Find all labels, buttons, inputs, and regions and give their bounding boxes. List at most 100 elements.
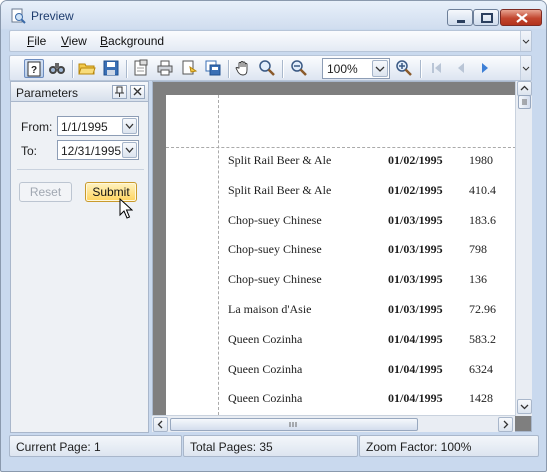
magnifier-button[interactable] xyxy=(258,59,278,78)
from-label: From: xyxy=(21,120,53,134)
customer-name-cell: Queen Cozinha xyxy=(228,361,303,376)
parameters-panel-title: Parameters xyxy=(16,86,79,100)
order-date-cell: 01/03/1995 xyxy=(388,272,443,287)
report-row: Split Rail Beer & Ale 01/02/1995 410.4 xyxy=(166,183,521,213)
amount-cell: 1428 xyxy=(469,391,493,406)
reset-button[interactable]: Reset xyxy=(19,182,72,202)
window-title: Preview xyxy=(31,9,74,23)
from-date-value: 1/1/1995 xyxy=(61,120,108,134)
zoom-select[interactable]: 100% xyxy=(322,58,390,79)
previous-page-button[interactable] xyxy=(452,59,472,78)
next-page-button[interactable] xyxy=(476,59,496,78)
to-date-dropdown[interactable] xyxy=(122,142,137,158)
parameters-divider xyxy=(17,169,144,170)
order-date-cell: 01/03/1995 xyxy=(388,242,443,257)
hand-tool-icon xyxy=(235,61,248,76)
horizontal-scroll-thumb[interactable] xyxy=(170,418,418,431)
minimize-icon xyxy=(457,20,465,23)
to-date-value: 12/31/1995 xyxy=(61,144,122,158)
toolbar-separator xyxy=(228,60,229,78)
zoom-in-button[interactable] xyxy=(395,59,415,78)
preview-app-icon xyxy=(11,8,26,24)
first-page-button[interactable] xyxy=(428,59,448,78)
quick-print-icon xyxy=(182,60,198,75)
toolbar: ? 100% xyxy=(9,55,532,81)
menu-view[interactable]: View xyxy=(61,34,87,48)
close-panel-button[interactable] xyxy=(130,85,145,99)
zoom-out-button[interactable] xyxy=(290,59,310,78)
amount-cell: 583.2 xyxy=(469,331,496,346)
scroll-down-button[interactable] xyxy=(517,399,532,414)
menubar-overflow-button[interactable] xyxy=(520,31,531,51)
toolbar-separator xyxy=(126,60,127,78)
vertical-scrollbar[interactable] xyxy=(515,81,532,416)
horizontal-scrollbar[interactable] xyxy=(152,415,515,432)
scroll-left-button[interactable] xyxy=(153,417,168,432)
zoom-dropdown-button[interactable] xyxy=(372,60,388,77)
pin-icon xyxy=(115,86,124,97)
toolbar-overflow-button[interactable] xyxy=(520,56,531,80)
toolbar-separator xyxy=(282,60,283,78)
customer-name-cell: Chop-suey Chinese xyxy=(228,242,322,257)
from-date-dropdown[interactable] xyxy=(122,118,137,134)
status-current-page: Current Page: 1 xyxy=(9,435,182,457)
to-date-field[interactable]: 12/31/1995 xyxy=(57,140,139,160)
vertical-scroll-thumb[interactable] xyxy=(518,95,531,109)
parameters-panel: Parameters From: 1/1/1995 To: 12/31/1995… xyxy=(10,81,149,433)
open-folder-icon xyxy=(78,63,96,75)
menu-file[interactable]: File xyxy=(27,34,46,48)
preview-window: Preview File View Background ? 100% Para… xyxy=(0,0,547,472)
chevron-up-icon xyxy=(520,85,529,91)
order-date-cell: 01/02/1995 xyxy=(388,182,443,197)
export-icon xyxy=(205,60,221,76)
export-button[interactable] xyxy=(204,59,224,78)
report-row: Queen Cozinha 01/04/1995 583.2 xyxy=(166,332,521,362)
print-button[interactable] xyxy=(156,59,176,78)
search-button[interactable] xyxy=(48,59,68,78)
order-date-cell: 01/04/1995 xyxy=(388,331,443,346)
close-icon xyxy=(133,87,142,96)
customer-name-cell: Chop-suey Chinese xyxy=(228,212,322,227)
print-icon xyxy=(157,60,173,76)
amount-cell: 6324 xyxy=(469,361,493,376)
scroll-up-button[interactable] xyxy=(517,81,532,96)
open-button[interactable] xyxy=(78,59,98,78)
customer-name-cell: Queen Cozinha xyxy=(228,331,303,346)
to-label: To: xyxy=(21,144,38,158)
from-date-field[interactable]: 1/1/1995 xyxy=(57,116,139,136)
pin-button[interactable] xyxy=(112,85,127,99)
maximize-button[interactable] xyxy=(473,9,499,26)
close-icon xyxy=(516,13,528,23)
menu-bar: File View Background xyxy=(9,30,532,52)
minimize-button[interactable] xyxy=(447,9,473,26)
customer-name-cell: Split Rail Beer & Ale xyxy=(228,182,332,197)
scroll-right-button[interactable] xyxy=(498,417,513,432)
page-setup-icon xyxy=(134,59,148,76)
chevron-left-icon xyxy=(157,420,163,429)
amount-cell: 410.4 xyxy=(469,182,496,197)
hand-tool-button[interactable] xyxy=(234,59,254,78)
quick-print-button[interactable] xyxy=(180,59,200,78)
order-date-cell: 01/04/1995 xyxy=(388,391,443,406)
zoom-out-icon xyxy=(291,60,307,76)
chevron-down-icon xyxy=(375,66,385,72)
customer-name-cell: Split Rail Beer & Ale xyxy=(228,153,332,167)
save-button[interactable] xyxy=(102,59,122,78)
close-button[interactable] xyxy=(500,9,542,26)
chevron-right-icon xyxy=(503,420,509,429)
report-page: Split Rail Beer & Ale 01/02/1995 1980 Split… xyxy=(166,95,521,415)
amount-cell: 136 xyxy=(469,272,487,287)
total-pages-text: Total Pages: 35 xyxy=(190,440,273,454)
menu-background[interactable]: Background xyxy=(100,34,164,48)
document-preview-area[interactable]: Split Rail Beer & Ale 01/02/1995 1980 Split… xyxy=(152,81,532,432)
page-setup-button[interactable] xyxy=(132,59,152,78)
next-page-icon xyxy=(482,63,488,73)
toolbar-separator xyxy=(420,60,421,78)
magnifier-icon xyxy=(259,60,275,76)
parameters-toggle-button[interactable]: ? xyxy=(24,59,44,78)
search-binoculars-icon xyxy=(49,63,65,74)
title-bar: Preview xyxy=(1,1,546,29)
margin-guide-horizontal xyxy=(166,147,521,148)
parameters-toggle-icon: ? xyxy=(27,61,41,77)
status-zoom-factor: Zoom Factor: 100% xyxy=(359,435,539,457)
